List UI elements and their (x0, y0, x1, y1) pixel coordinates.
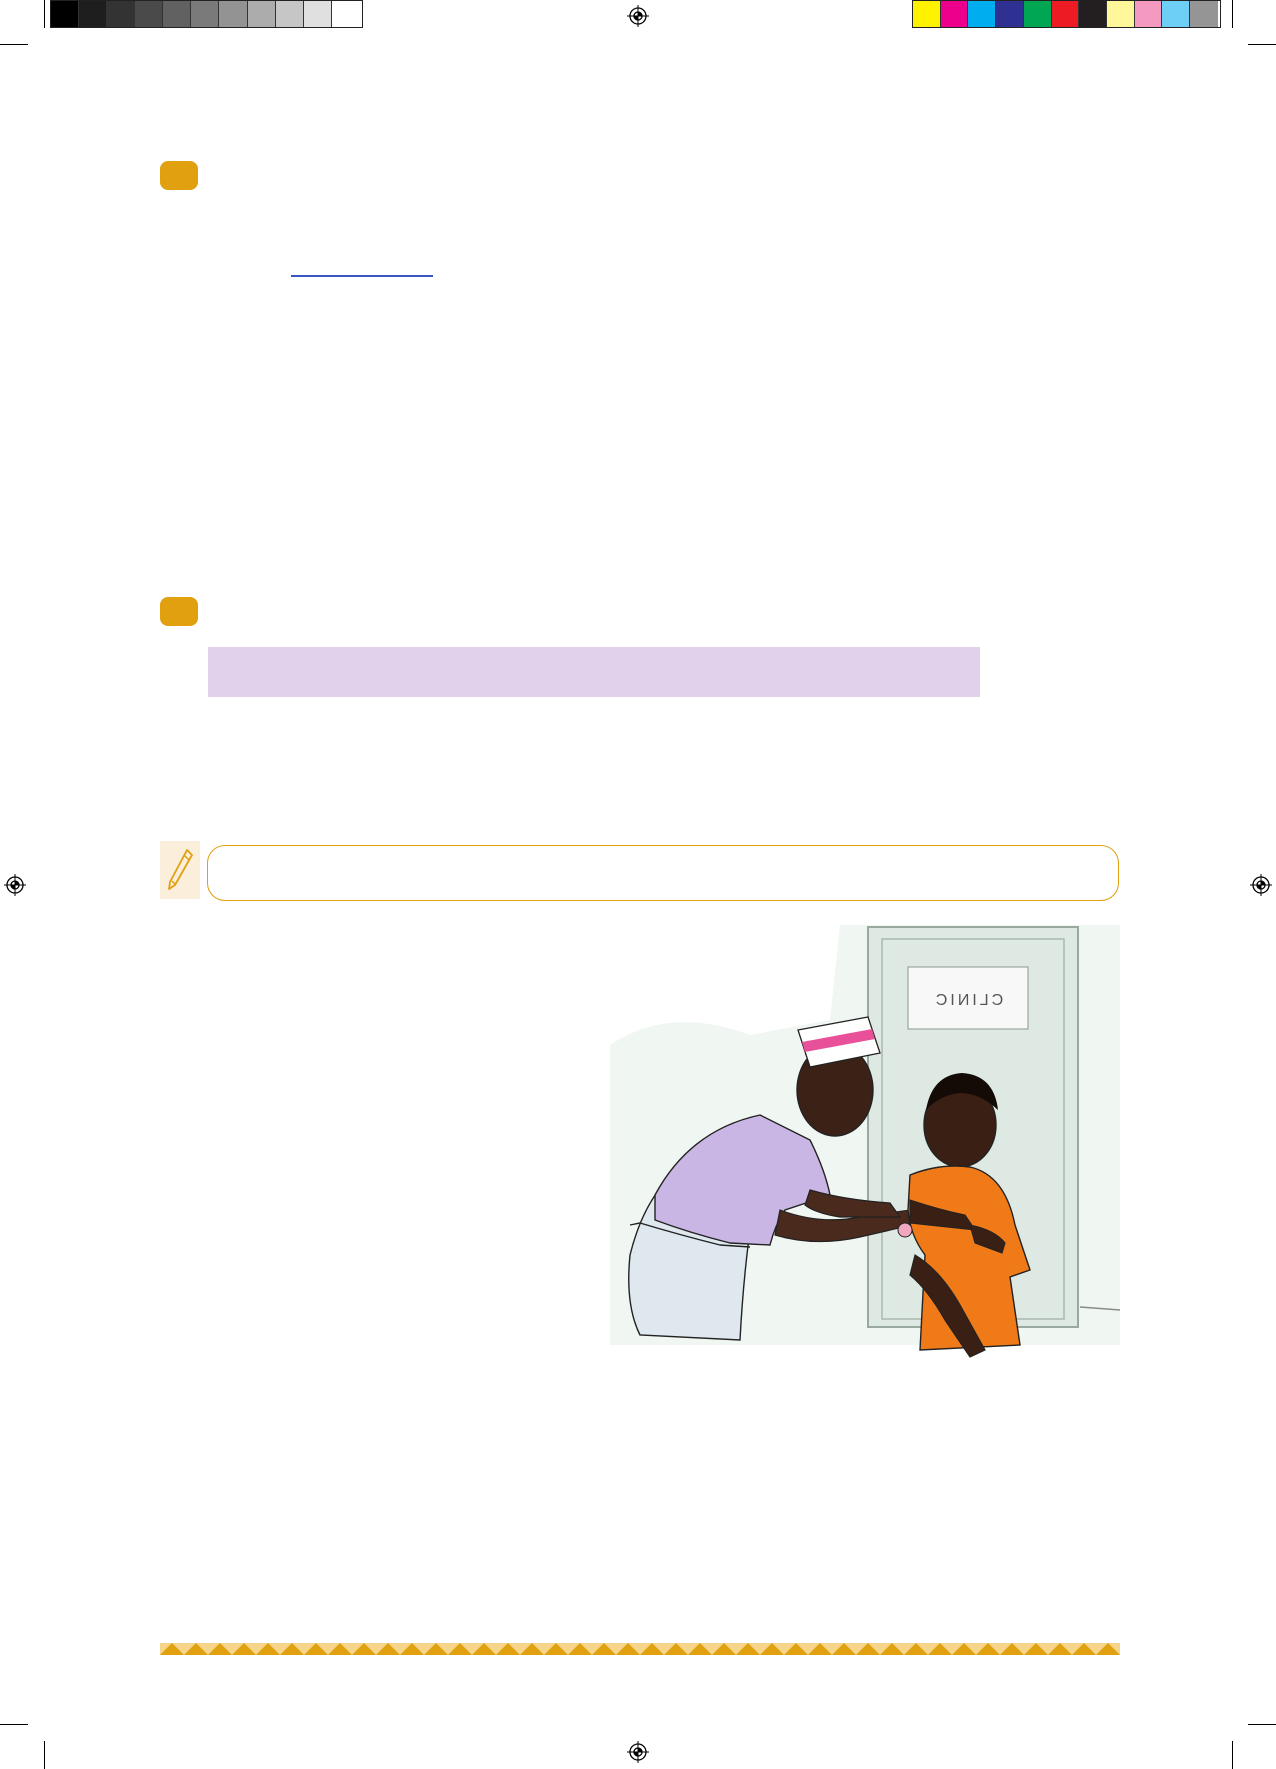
registration-mark-icon (1250, 874, 1272, 896)
color-swatch (1079, 1, 1108, 27)
note-box (207, 845, 1119, 901)
grayscale-color-bar (50, 0, 363, 28)
registration-mark-icon (627, 1741, 649, 1763)
color-swatch (107, 1, 136, 27)
color-swatch (913, 1, 941, 27)
crop-mark-bottom-right-h (1248, 1724, 1276, 1725)
color-swatch (996, 1, 1024, 27)
color-swatch (1134, 1, 1163, 27)
registration-mark-icon (627, 5, 649, 27)
link-underline[interactable] (291, 275, 433, 277)
color-swatch (1051, 1, 1080, 27)
color-swatch (135, 1, 164, 27)
nurse-child-illustration: CLINIC (610, 925, 1120, 1358)
crop-mark-bottom-left-v (44, 1741, 45, 1769)
crop-mark-bottom-right-v (1232, 1741, 1233, 1769)
color-swatch (1107, 1, 1135, 27)
color-swatch (79, 1, 108, 27)
color-swatch (331, 1, 360, 27)
crop-mark-top-left-v (44, 0, 45, 28)
section-bullet-2 (160, 597, 198, 626)
color-swatch (191, 1, 220, 27)
section-bullet-1 (160, 161, 198, 190)
registration-mark-icon (4, 874, 26, 896)
footer-decorative-band (160, 1643, 1120, 1655)
color-swatch (163, 1, 192, 27)
color-swatch (1190, 1, 1218, 27)
crop-mark-bottom-left-h (0, 1724, 28, 1725)
color-swatch (303, 1, 332, 27)
color-swatch (1162, 1, 1191, 27)
crop-mark-top-right-v (1232, 0, 1233, 28)
crop-mark-top-left-h (0, 44, 28, 45)
crop-mark-top-right-h (1248, 44, 1276, 45)
pen-icon (168, 849, 193, 890)
color-swatch (968, 1, 997, 27)
clinic-sign-text: CLINIC (933, 992, 1003, 1009)
color-swatch (51, 1, 80, 27)
highlight-bar (208, 647, 980, 697)
color-swatch (1023, 1, 1052, 27)
color-swatch (219, 1, 248, 27)
bandage (897, 1222, 913, 1238)
color-swatch (275, 1, 304, 27)
color-swatch (247, 1, 276, 27)
process-color-bar (912, 0, 1221, 28)
pen-icon-box (160, 841, 200, 899)
color-swatch (940, 1, 969, 27)
